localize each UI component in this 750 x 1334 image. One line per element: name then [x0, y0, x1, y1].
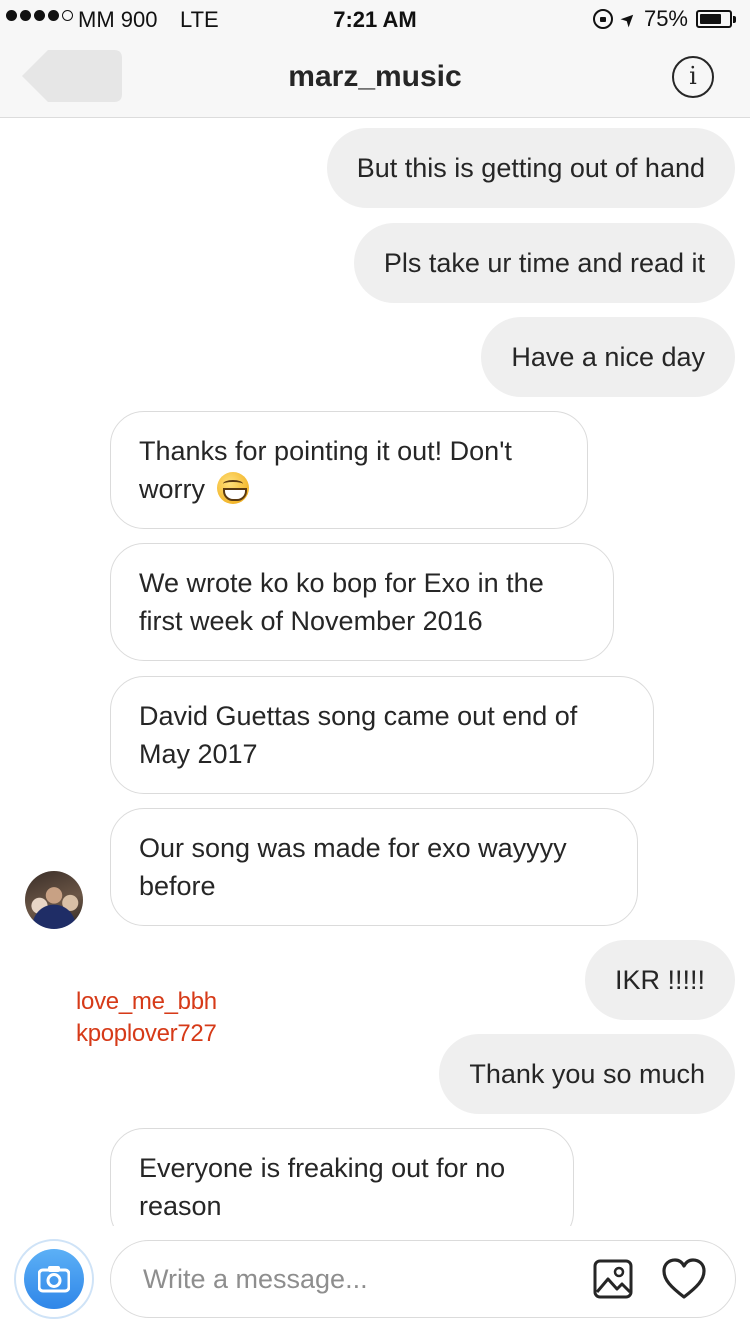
heart-icon	[662, 1258, 706, 1299]
message-field[interactable]	[110, 1240, 736, 1318]
message-incoming: We wrote ko ko bop for Exo in the first …	[110, 543, 614, 661]
message-incoming: David Guettas song came out end of May 2…	[110, 676, 654, 794]
sender-avatar[interactable]	[25, 871, 83, 929]
orientation-lock-icon	[592, 9, 613, 29]
gallery-button[interactable]	[593, 1259, 633, 1299]
message-outgoing: Thank you so much	[439, 1034, 735, 1114]
message-text: Have a nice day	[511, 342, 705, 372]
message-incoming: Everyone is freaking out for no reason	[110, 1128, 574, 1226]
battery-percent: 75%	[643, 6, 688, 31]
message-text: Our song was made for exo wayyyy before	[139, 833, 567, 901]
message-incoming: Thanks for pointing it out! Don't worry	[110, 411, 588, 529]
conversation-title[interactable]: marz_music	[0, 60, 750, 94]
message-text: Pls take ur time and read it	[383, 248, 705, 278]
watermark-line: love_me_bbh	[76, 988, 217, 1015]
message-text: David Guettas song came out end of May 2…	[139, 701, 578, 769]
camera-icon	[38, 1266, 70, 1293]
conversation-header: marz_music i	[0, 40, 750, 118]
message-input[interactable]	[143, 1241, 563, 1317]
like-button[interactable]	[661, 1257, 707, 1301]
location-arrow-icon: ➤	[615, 6, 641, 32]
camera-button[interactable]	[14, 1239, 94, 1319]
message-outgoing: Have a nice day	[481, 317, 735, 397]
message-text: Thanks for pointing it out! Don't worry	[139, 436, 512, 504]
message-text: Thank you so much	[469, 1059, 705, 1089]
message-outgoing: Pls take ur time and read it	[353, 223, 735, 303]
message-outgoing: But this is getting out of hand	[326, 128, 735, 208]
watermark-line: kpoplover727	[76, 1020, 217, 1047]
grinning-face-emoji	[216, 472, 249, 504]
message-composer	[0, 1226, 750, 1334]
info-button[interactable]: i	[672, 56, 714, 98]
info-icon: i	[689, 62, 697, 90]
status-bar: MM 900 LTE 7:21 AM ➤ 75%	[0, 0, 750, 40]
gallery-icon	[593, 1259, 633, 1299]
watermark: love_me_bbh kpoplover727	[76, 986, 217, 1050]
message-outgoing: IKR !!!!!	[584, 940, 735, 1020]
message-text: We wrote ko ko bop for Exo in the first …	[139, 568, 544, 636]
message-text: IKR !!!!!	[614, 965, 705, 995]
message-incoming: Our song was made for exo wayyyy before	[110, 808, 638, 926]
message-text: But this is getting out of hand	[356, 153, 705, 183]
message-thread[interactable]: But this is getting out of hand Pls take…	[0, 118, 750, 1226]
message-text: Everyone is freaking out for no reason	[139, 1153, 506, 1221]
battery-icon	[696, 10, 736, 28]
